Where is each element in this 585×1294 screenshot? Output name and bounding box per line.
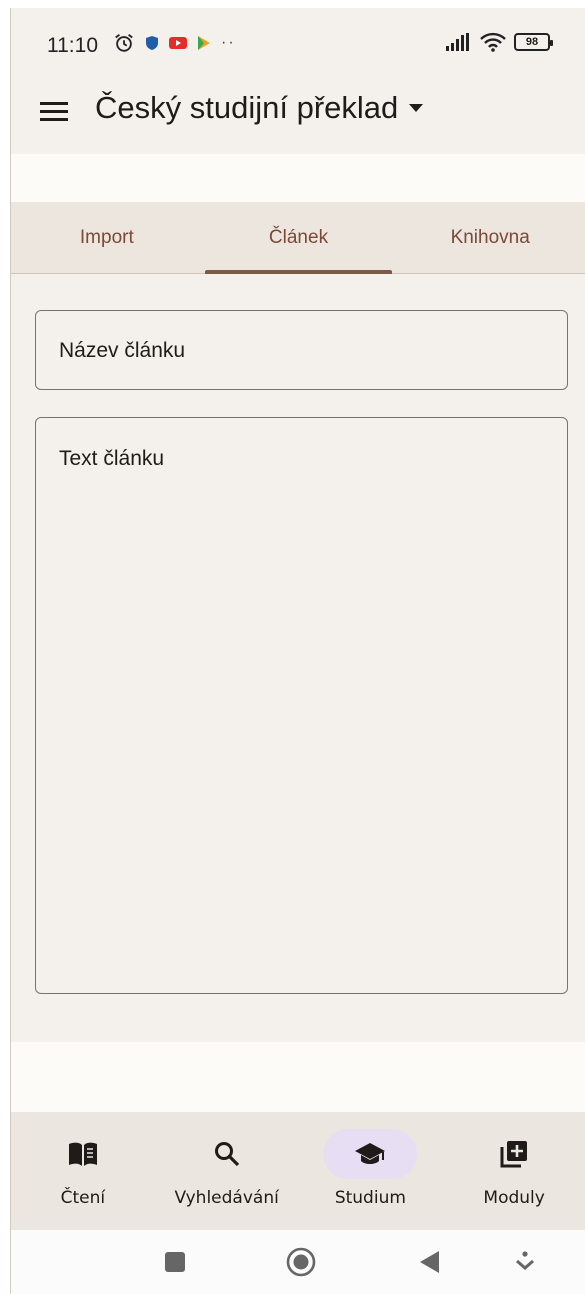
bottom-navigation: Čtení Vyhledávání Studium Moduly xyxy=(11,1112,585,1230)
tab-article[interactable]: Článek xyxy=(203,202,395,274)
alarm-icon xyxy=(115,34,133,52)
recents-button[interactable] xyxy=(159,1246,191,1278)
status-bar: 11:10 ·· 98 xyxy=(11,8,585,70)
tab-library[interactable]: Knihovna xyxy=(394,202,585,273)
play-store-icon xyxy=(198,36,210,50)
notification-icons: ·· xyxy=(113,32,236,54)
app-bar: Český studijní překlad xyxy=(11,70,585,154)
tab-import[interactable]: Import xyxy=(11,202,203,273)
wifi-icon xyxy=(480,32,506,52)
more-notifications-icon: ·· xyxy=(221,34,236,51)
nav-reading[interactable]: Čtení xyxy=(11,1112,155,1230)
article-text-field[interactable]: Text článku xyxy=(35,417,568,994)
nav-label: Moduly xyxy=(483,1188,545,1208)
keyboard-hide-button[interactable] xyxy=(509,1246,541,1278)
battery-level: 98 xyxy=(525,36,539,48)
menu-button[interactable] xyxy=(37,94,71,128)
home-circle-icon xyxy=(286,1247,316,1277)
system-navigation-bar xyxy=(11,1230,585,1294)
search-icon xyxy=(214,1142,239,1167)
article-text-placeholder: Text článku xyxy=(59,447,165,470)
back-button[interactable] xyxy=(414,1246,446,1278)
tab-label: Článek xyxy=(268,226,329,248)
nav-label: Vyhledávání xyxy=(174,1188,279,1208)
graduation-cap-icon xyxy=(355,1143,386,1164)
phone-screen: 11:10 ·· 98 Český studijní překlad Impor… xyxy=(10,8,585,1294)
status-right: 98 xyxy=(446,32,553,52)
home-button[interactable] xyxy=(285,1246,317,1278)
tab-bar: Import Článek Knihovna xyxy=(11,202,585,274)
footer-spacer xyxy=(11,1042,585,1112)
chevron-down-icon xyxy=(516,1251,534,1270)
tab-label: Knihovna xyxy=(450,226,530,248)
article-title-placeholder: Název článku xyxy=(59,339,186,362)
back-triangle-icon xyxy=(420,1251,439,1273)
nav-icon-container xyxy=(180,1129,274,1179)
nav-icon-container xyxy=(36,1129,130,1179)
nav-label: Čtení xyxy=(60,1188,106,1208)
header-spacer xyxy=(11,154,585,202)
nav-label: Studium xyxy=(334,1188,406,1208)
nav-icon-container xyxy=(467,1129,561,1179)
hamburger-menu-icon xyxy=(40,102,68,121)
dropdown-arrow-icon xyxy=(409,104,424,112)
book-icon xyxy=(68,1142,97,1166)
nav-study[interactable]: Studium xyxy=(299,1112,443,1230)
nav-search[interactable]: Vyhledávání xyxy=(155,1112,299,1230)
status-time: 11:10 xyxy=(47,34,98,57)
tab-label: Import xyxy=(79,226,134,248)
article-title-field[interactable]: Název článku xyxy=(35,310,568,390)
youtube-icon xyxy=(169,37,187,49)
battery-icon: 98 xyxy=(514,33,553,51)
square-icon xyxy=(165,1252,185,1272)
signal-icon xyxy=(446,33,469,51)
add-module-icon xyxy=(500,1141,528,1168)
nav-icon-container xyxy=(323,1129,418,1179)
app-title-dropdown[interactable]: Český studijní překlad xyxy=(95,90,424,126)
app-title: Český studijní překlad xyxy=(95,90,399,125)
nav-modules[interactable]: Moduly xyxy=(442,1112,585,1230)
shield-icon xyxy=(146,36,158,50)
